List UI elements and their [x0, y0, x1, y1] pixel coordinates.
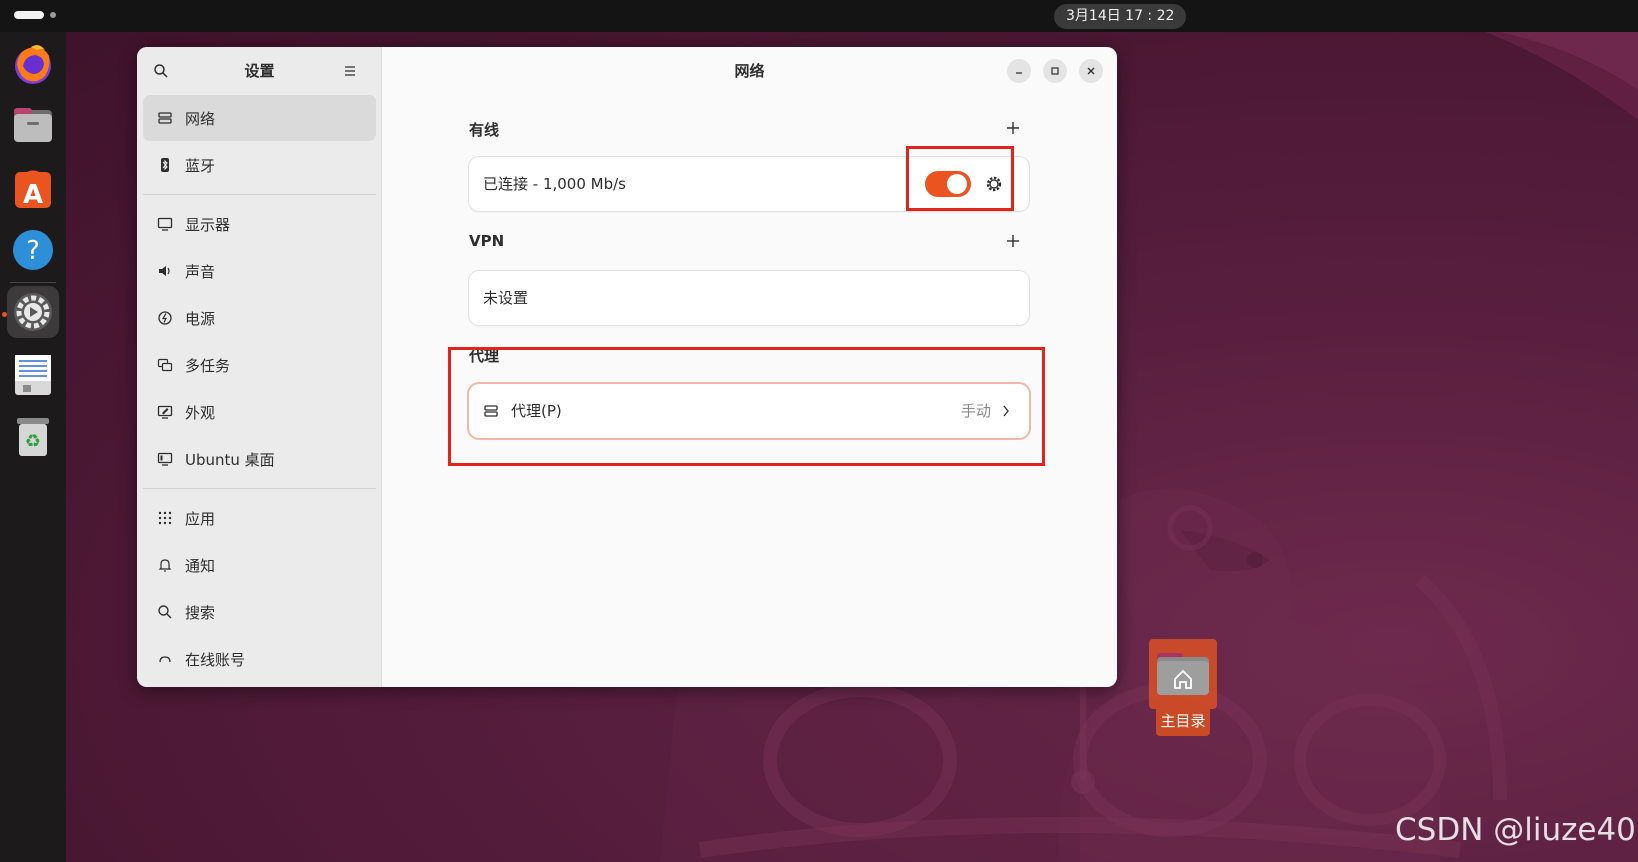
settings-sidebar: 设置 网络 蓝牙 显示器 声音 电源 多任务 外观 Ubuntu 桌面 应用 通…	[137, 47, 382, 687]
text-editor-icon[interactable]	[7, 348, 59, 400]
search-icon	[157, 604, 173, 620]
wired-status: 已连接 - 1,000 Mb/s	[483, 175, 626, 193]
svg-text:♻: ♻	[25, 431, 41, 452]
clock-button[interactable]: 3月14日 17 : 22	[1054, 4, 1187, 29]
sidebar-item-online-accounts[interactable]: 在线账号	[143, 636, 376, 682]
sidebar-item-label: 外观	[185, 403, 216, 422]
wired-section-title: 有线	[469, 121, 500, 139]
activities-indicator[interactable]	[14, 11, 56, 19]
workspace-dot	[50, 12, 56, 18]
sidebar-item-label: 搜索	[185, 603, 216, 622]
minimize-icon	[1016, 72, 1022, 74]
minimize-button[interactable]	[1007, 59, 1031, 83]
sidebar-item-apps[interactable]: 应用	[143, 495, 376, 541]
sidebar-item-notifications[interactable]: 通知	[143, 542, 376, 588]
sidebar-item-network[interactable]: 网络	[143, 95, 376, 141]
apps-icon	[157, 510, 173, 526]
sidebar-item-sound[interactable]: 声音	[143, 248, 376, 294]
annotation-box-proxy	[448, 347, 1045, 466]
vpn-section-title: VPN	[469, 232, 505, 250]
app-center-icon[interactable]: A	[7, 162, 59, 214]
vpn-row: 未设置	[469, 271, 1029, 325]
bluetooth-icon	[157, 157, 173, 173]
ubuntu-desktop-icon	[157, 451, 173, 467]
home-folder-desktop-icon[interactable]	[1149, 639, 1217, 709]
watermark-text: CSDN @liuze408	[1395, 812, 1638, 848]
firefox-icon[interactable]	[7, 38, 59, 90]
add-vpn-button[interactable]	[1005, 233, 1021, 249]
sidebar-header: 设置	[137, 47, 382, 95]
plus-icon	[1007, 235, 1019, 247]
sidebar-item-label: 电源	[185, 309, 216, 328]
sidebar-item-label: 声音	[185, 262, 216, 281]
help-icon[interactable]: ?	[7, 224, 59, 276]
sidebar-item-label: Ubuntu 桌面	[185, 450, 275, 469]
vpn-status: 未设置	[483, 289, 529, 307]
sidebar-item-label: 蓝牙	[185, 156, 216, 175]
close-icon	[1087, 67, 1095, 75]
dock-separator	[10, 282, 56, 283]
annotation-box-toggle	[906, 146, 1014, 211]
network-icon	[157, 110, 173, 126]
svg-text:?: ?	[26, 236, 40, 266]
sidebar-separator	[143, 194, 376, 195]
workspace-active-pill	[14, 11, 44, 19]
sidebar-item-bluetooth[interactable]: 蓝牙	[143, 142, 376, 188]
maximize-button[interactable]	[1043, 59, 1067, 83]
home-folder-label: 主目录	[1156, 706, 1210, 736]
top-bar: 3月14日 17 : 22	[0, 0, 1638, 32]
sidebar-item-ubuntu-desktop[interactable]: Ubuntu 桌面	[143, 436, 376, 482]
sound-icon	[157, 263, 173, 279]
multitasking-icon	[157, 357, 173, 373]
sidebar-item-search[interactable]: 搜索	[143, 589, 376, 635]
settings-icon[interactable]	[7, 286, 59, 338]
close-button[interactable]	[1079, 59, 1103, 83]
sidebar-item-label: 多任务	[185, 356, 231, 375]
display-icon	[157, 216, 173, 232]
hamburger-menu-icon[interactable]	[342, 63, 358, 79]
sidebar-separator	[143, 488, 376, 489]
home-icon	[1157, 653, 1209, 695]
power-icon	[157, 310, 173, 326]
plus-icon	[1007, 122, 1019, 134]
bell-icon	[157, 557, 173, 573]
sidebar-item-label: 网络	[185, 109, 216, 128]
online-accounts-icon	[157, 651, 173, 667]
sidebar-item-label: 显示器	[185, 215, 231, 234]
dock: A ? ♻	[0, 32, 66, 862]
sidebar-item-label: 通知	[185, 556, 216, 575]
files-icon[interactable]	[7, 100, 59, 152]
trash-icon[interactable]: ♻	[7, 410, 59, 462]
sidebar-item-appearance[interactable]: 外观	[143, 389, 376, 435]
maximize-icon	[1051, 67, 1059, 75]
appearance-icon	[157, 404, 173, 420]
sidebar-item-multitasking[interactable]: 多任务	[143, 342, 376, 388]
sidebar-item-display[interactable]: 显示器	[143, 201, 376, 247]
sidebar-item-label: 应用	[185, 509, 216, 528]
svg-text:A: A	[23, 180, 43, 210]
sidebar-item-power[interactable]: 电源	[143, 295, 376, 341]
add-wired-button[interactable]	[1005, 120, 1021, 136]
sidebar-item-label: 在线账号	[185, 650, 246, 669]
